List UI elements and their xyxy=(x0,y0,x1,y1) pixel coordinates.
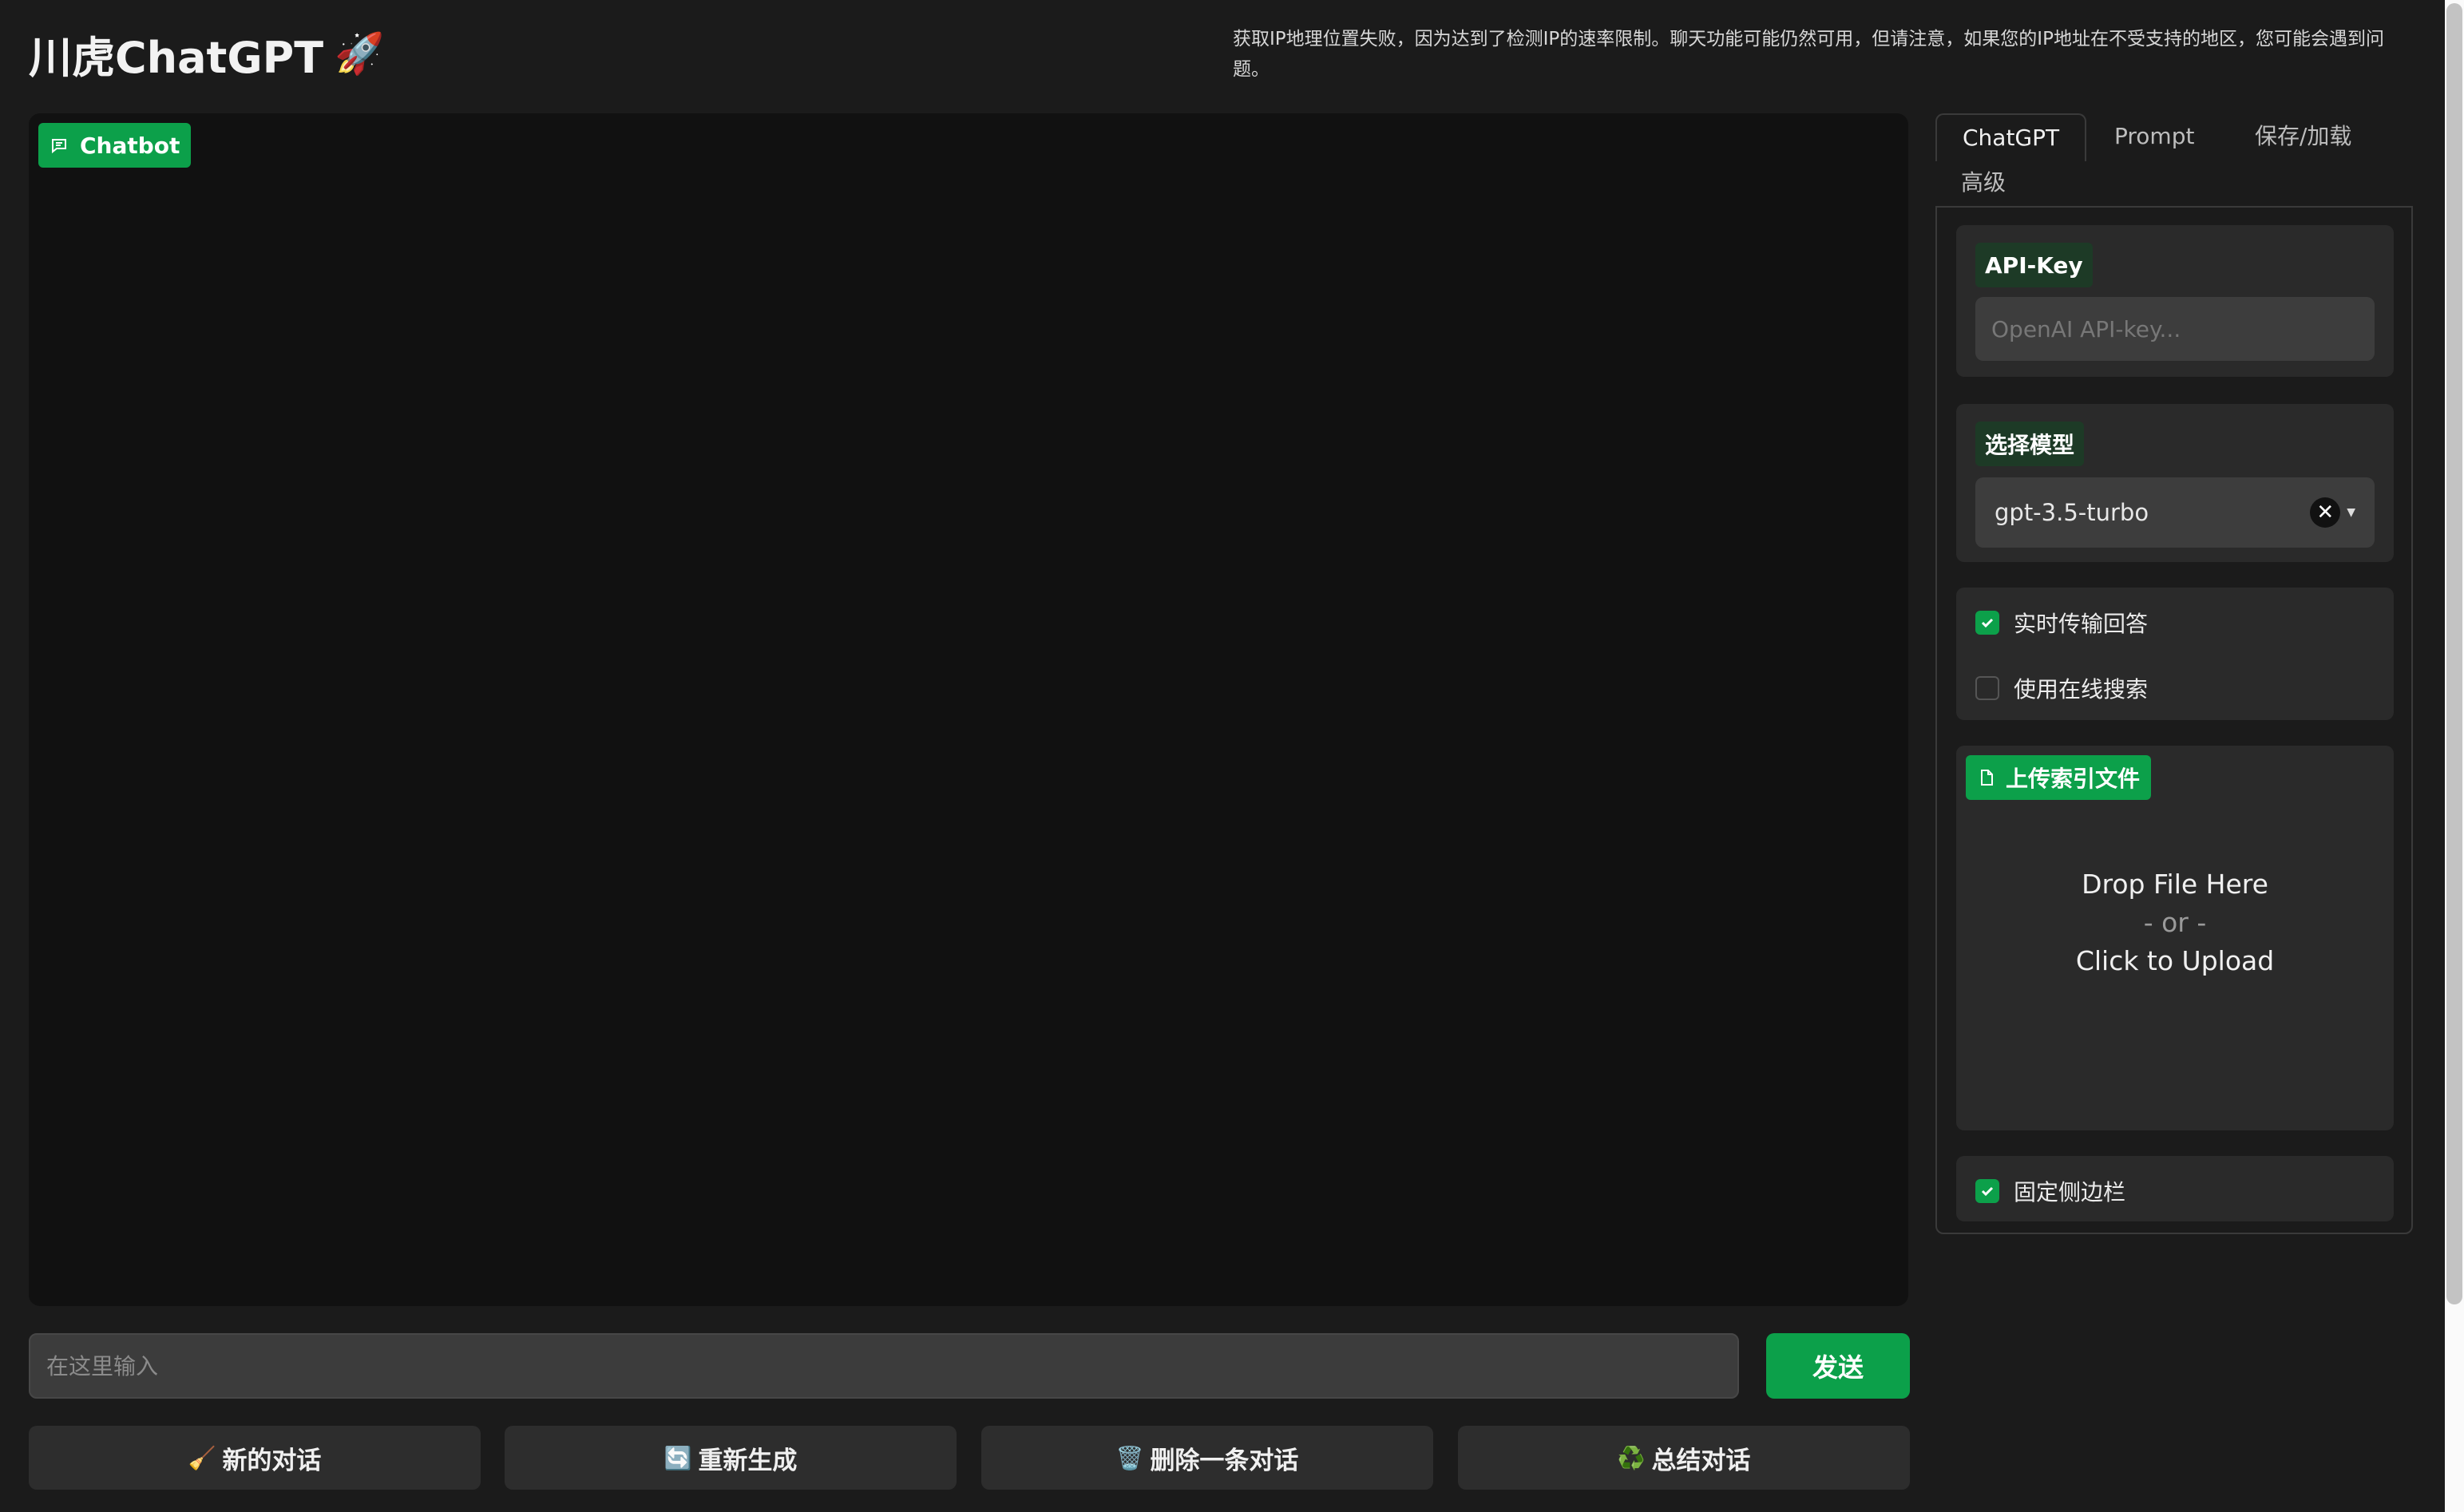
new-chat-button[interactable]: 🧹 新的对话 xyxy=(29,1426,481,1490)
chat-bubble-icon xyxy=(52,139,66,154)
check-icon xyxy=(1981,618,1994,628)
model-select[interactable]: gpt-3.5-turbo ✕ ▼ xyxy=(1975,477,2375,548)
app-title-text: 川虎ChatGPT xyxy=(29,33,324,83)
message-input[interactable] xyxy=(29,1333,1739,1399)
stream-checkbox[interactable] xyxy=(1975,611,1999,635)
chevron-down-icon[interactable]: ▼ xyxy=(2347,506,2355,519)
delete-message-button[interactable]: 🗑️ 删除一条对话 xyxy=(981,1426,1433,1490)
chatbot-label: Chatbot xyxy=(38,123,192,168)
send-button[interactable]: 发送 xyxy=(1766,1333,1910,1399)
model-selected-value: gpt-3.5-turbo xyxy=(1995,499,2149,526)
broom-icon: 🧹 xyxy=(188,1444,216,1471)
rocket-icon: 🚀 xyxy=(335,30,385,77)
refresh-icon: 🔄 xyxy=(664,1444,692,1471)
summarize-button[interactable]: ♻️ 总结对话 xyxy=(1458,1426,1910,1490)
api-key-label: API-Key xyxy=(1975,243,2093,287)
pin-sidebar-option[interactable]: 固定侧边栏 xyxy=(1975,1175,2125,1207)
chatbot-label-text: Chatbot xyxy=(80,132,180,159)
tab-chatgpt[interactable]: ChatGPT xyxy=(1935,113,2087,161)
file-icon xyxy=(1981,770,1993,786)
chatbot-panel: Chatbot xyxy=(29,113,1908,1306)
model-card: 选择模型 gpt-3.5-turbo ✕ ▼ xyxy=(1956,404,2394,562)
upload-label: 上传索引文件 xyxy=(1966,755,2152,800)
search-checkbox-label: 使用在线搜索 xyxy=(2014,676,2149,703)
drop-line-1: Drop File Here xyxy=(2082,869,2268,900)
pin-sidebar-card: 固定侧边栏 xyxy=(1956,1156,2394,1221)
regenerate-button[interactable]: 🔄 重新生成 xyxy=(505,1426,957,1490)
check-icon xyxy=(1981,1186,1994,1197)
upload-label-text: 上传索引文件 xyxy=(2006,766,2141,792)
app-page: 川虎ChatGPT 🚀 获取IP地理位置失败，因为达到了检测IP的速率限制。聊天… xyxy=(0,0,2445,1512)
stream-option[interactable]: 实时传输回答 xyxy=(1975,607,2148,639)
search-option[interactable]: 使用在线搜索 xyxy=(1975,672,2148,704)
tab-save-load[interactable]: 保存/加载 xyxy=(2255,113,2351,160)
ip-notice: 获取IP地理位置失败，因为达到了检测IP的速率限制。聊天功能可能仍然可用，但请注… xyxy=(1233,29,2384,80)
pin-sidebar-label: 固定侧边栏 xyxy=(2014,1179,2126,1205)
delete-message-label: 删除一条对话 xyxy=(1150,1446,1299,1475)
tab-prompt[interactable]: Prompt xyxy=(2114,113,2194,160)
drop-text: Drop File Here - or - Click to Upload xyxy=(1956,865,2394,980)
api-key-card: API-Key xyxy=(1956,225,2394,377)
app-title: 川虎ChatGPT 🚀 xyxy=(29,22,384,85)
tab-advanced[interactable]: 高级 xyxy=(1961,161,2006,204)
trash-icon: 🗑️ xyxy=(1115,1444,1144,1471)
settings-sidebar: API-Key 选择模型 gpt-3.5-turbo ✕ ▼ 实时传输回答 使用… xyxy=(1935,206,2413,1234)
stream-checkbox-label: 实时传输回答 xyxy=(2014,611,2149,637)
upload-dropzone[interactable]: 上传索引文件 Drop File Here - or - Click to Up… xyxy=(1956,746,2394,1130)
scrollbar-thumb[interactable] xyxy=(2446,3,2462,1304)
drop-line-3: Click to Upload xyxy=(2075,945,2275,976)
new-chat-label: 新的对话 xyxy=(222,1446,322,1475)
search-checkbox[interactable] xyxy=(1975,676,1999,700)
pin-sidebar-checkbox[interactable] xyxy=(1975,1179,1999,1203)
model-label: 选择模型 xyxy=(1975,422,2085,466)
clear-icon[interactable]: ✕ xyxy=(2310,497,2341,528)
summarize-label: 总结对话 xyxy=(1651,1446,1751,1475)
regenerate-label: 重新生成 xyxy=(698,1446,798,1475)
recycle-icon: ♻️ xyxy=(1617,1444,1646,1471)
options-card: 实时传输回答 使用在线搜索 xyxy=(1956,588,2394,720)
drop-line-2: - or - xyxy=(2143,907,2207,938)
api-key-input[interactable] xyxy=(1975,297,2375,361)
